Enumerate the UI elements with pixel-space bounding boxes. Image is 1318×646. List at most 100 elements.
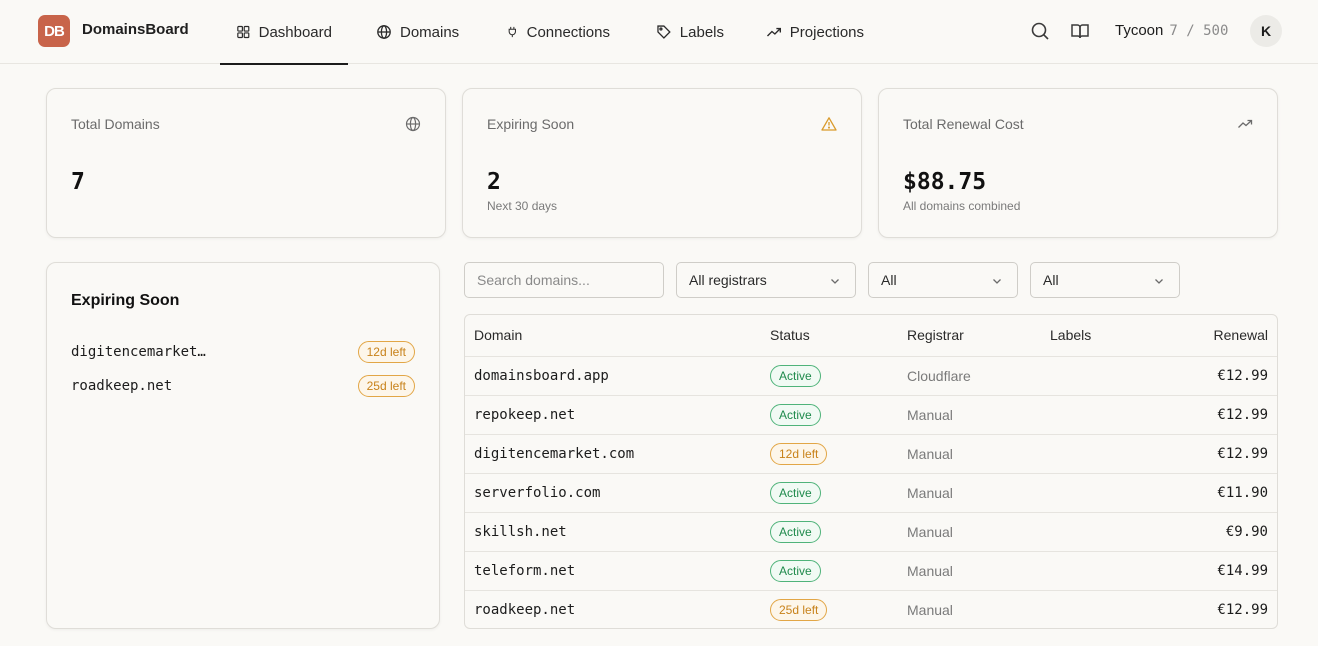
renewal-cell: €12.99 [1170, 434, 1277, 474]
domain-cell[interactable]: repokeep.net [465, 395, 770, 435]
status-cell: Active [770, 473, 907, 513]
stat-label: Total Renewal Cost [903, 116, 1024, 132]
trending-up-icon [766, 27, 782, 37]
chevron-down-icon [831, 279, 839, 284]
book-icon[interactable] [1070, 21, 1090, 41]
domain-cell[interactable]: domainsboard.app [465, 356, 770, 396]
renewal-cell: €12.99 [1170, 356, 1277, 396]
stat-value: 2 [487, 169, 501, 195]
registrar-cell: Manual [907, 473, 1050, 513]
status-select[interactable]: All [868, 262, 1018, 298]
labels-cell [1050, 473, 1170, 513]
domain-cell[interactable]: digitencemarket.com [465, 434, 770, 474]
table-row[interactable]: domainsboard.app Active Cloudflare €12.99 [465, 356, 1277, 396]
status-badge: Active [770, 403, 821, 426]
status-badge: Active [770, 559, 821, 582]
expiring-domain-name: roadkeep.net [71, 378, 173, 394]
registrar-cell: Manual [907, 601, 953, 618]
nav-labels[interactable]: Labels [640, 0, 740, 64]
nav-projections-label: Projections [789, 23, 864, 41]
nav-projections[interactable]: Projections [750, 0, 880, 64]
brand-name[interactable]: DomainsBoard [82, 21, 189, 38]
avatar[interactable]: K [1250, 15, 1282, 47]
plug-icon [508, 26, 516, 38]
chevron-down-icon [993, 279, 1001, 284]
nav-dashboard[interactable]: Dashboard [220, 0, 348, 65]
status-badge: Active [770, 520, 821, 543]
table-row[interactable]: roadkeep.net 25d left Manual €12.99 [465, 590, 1277, 628]
chevron-down-icon [1155, 279, 1163, 284]
registrar-cell: Manual [907, 434, 1050, 474]
plan-indicator[interactable]: Tycoon 7 / 500 [1115, 22, 1228, 39]
status-cell: 25d left [770, 590, 907, 628]
labels-cell [1050, 512, 1170, 552]
column-header-renewal[interactable]: Renewal [1170, 315, 1277, 357]
status-select-value: All [881, 272, 897, 288]
renewal-cell: €14.99 [1170, 551, 1277, 591]
panel-title: Expiring Soon [71, 292, 180, 309]
table-body: domainsboard.app Active Cloudflare €12.99 re… [465, 356, 1277, 628]
nav-connections[interactable]: Connections [490, 0, 626, 64]
renewal-cell: €12.99 [1170, 395, 1277, 435]
tag-icon [657, 25, 671, 39]
nav-domains[interactable]: Domains [360, 0, 486, 64]
table-row[interactable]: serverfolio.com Active Manual €11.90 [465, 473, 1277, 513]
nav-domains-label: Domains [400, 23, 460, 41]
top-navigation-bar: DB DomainsBoard Dashboard Domains Connec… [0, 0, 1318, 65]
stat-value: $88.75 [903, 169, 987, 195]
column-header-status[interactable]: Status [770, 315, 907, 357]
list-item[interactable]: digitencemarket… 12d left [71, 341, 415, 365]
registrar-cell: Cloudflare [907, 356, 1050, 396]
table-row[interactable]: skillsh.net Active Manual €9.90 [465, 512, 1277, 552]
plan-usage: 7 / 500 [1169, 23, 1229, 39]
status-badge: 12d left [357, 341, 415, 363]
app-logo[interactable]: DB [38, 15, 70, 47]
search-icon[interactable] [1030, 21, 1050, 41]
domain-cell[interactable]: roadkeep.net [465, 590, 770, 628]
trending-up-icon [1238, 119, 1253, 128]
status-badge: 25d left [357, 375, 415, 397]
domain-cell[interactable]: serverfolio.com [465, 473, 770, 513]
table-row[interactable]: digitencemarket.com 12d left Manual €12.99 [465, 434, 1277, 474]
column-header-domain[interactable]: Domain [465, 315, 770, 357]
label-select[interactable]: All [1030, 262, 1180, 298]
status-cell: Active [770, 551, 907, 591]
status-badge: 25d left [770, 598, 828, 621]
labels-cell [1050, 551, 1170, 591]
table-row[interactable]: repokeep.net Active Manual €12.99 [465, 395, 1277, 435]
nav-labels-label: Labels [679, 23, 724, 41]
registrar-select[interactable]: All registrars [676, 262, 856, 298]
status-cell: 12d left [770, 434, 907, 474]
column-header-registrar[interactable]: Registrar [907, 315, 1050, 357]
renewal-cell: €9.90 [1170, 512, 1277, 552]
stat-card-renewal-cost: Total Renewal Cost $88.75 All domains co… [878, 88, 1278, 238]
plan-name: Tycoon [1115, 22, 1164, 39]
main-nav: Dashboard Domains Connections Labels Pro… [220, 0, 880, 65]
status-cell: Active [770, 356, 907, 396]
domain-cell[interactable]: teleform.net [465, 551, 770, 591]
status-badge: 12d left [770, 442, 828, 465]
expiring-domain-name: digitencemarket… [71, 344, 206, 360]
label-select-value: All [1043, 272, 1059, 288]
labels-cell [1050, 590, 1170, 628]
list-item[interactable]: roadkeep.net 25d left [71, 375, 415, 399]
column-header-labels[interactable]: Labels [1050, 315, 1170, 357]
stat-card-expiring-soon: Expiring Soon 2 Next 30 days [462, 88, 862, 238]
registrar-select-value: All registrars [689, 272, 767, 288]
registrar-cell: Manual [907, 551, 1050, 591]
registrar-cell: Manual [907, 512, 1050, 552]
stat-sub: All domains combined [903, 199, 1021, 213]
status-badge: Active [770, 481, 821, 504]
registrar-cell: Manual [907, 395, 1050, 435]
search-input[interactable] [464, 262, 664, 298]
domain-cell[interactable]: skillsh.net [465, 512, 770, 552]
search-field[interactable] [477, 272, 651, 288]
table-row[interactable]: teleform.net Active Manual €14.99 [465, 551, 1277, 591]
nav-dashboard-label: Dashboard [258, 23, 332, 41]
renewal-cell: €11.90 [1170, 473, 1277, 513]
stat-sub: Next 30 days [487, 199, 558, 213]
stat-label: Total Domains [71, 116, 160, 132]
domains-table: Domain Status Registrar Labels Renewal d… [464, 314, 1278, 629]
labels-cell [1050, 356, 1170, 396]
grid-icon [237, 25, 250, 39]
